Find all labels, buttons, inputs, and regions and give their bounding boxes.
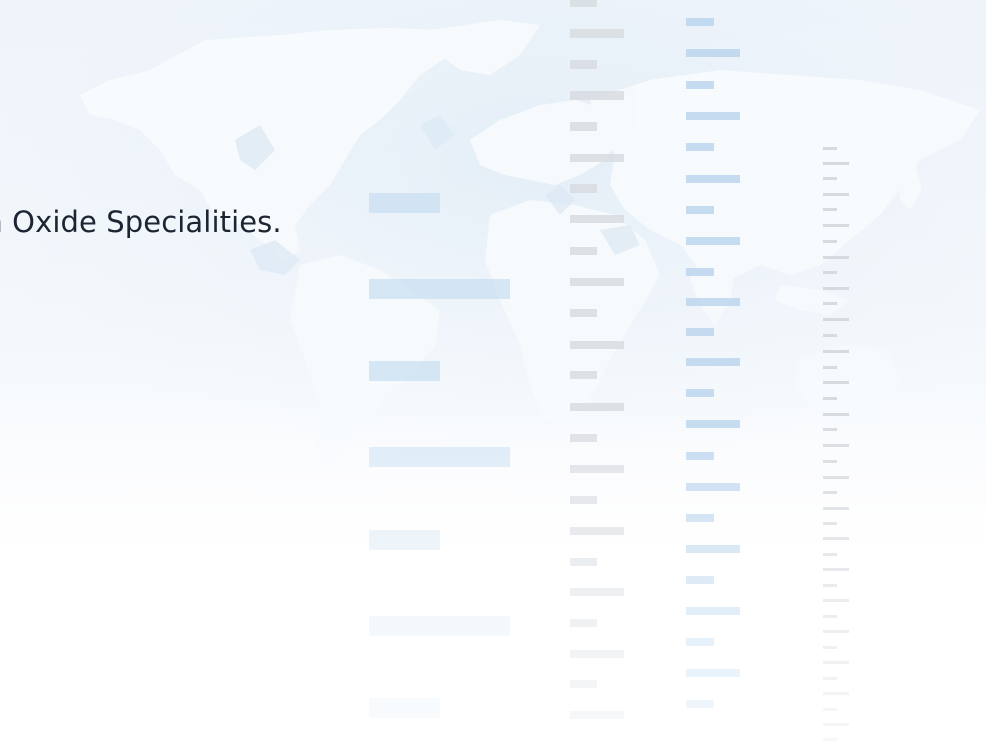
background-illustration [0, 0, 986, 743]
hero-headline: um Oxide Specialities. [0, 205, 282, 239]
hero-banner: um Oxide Specialities. [0, 0, 986, 743]
hero-headline-text: um Oxide Specialities. [0, 205, 282, 239]
